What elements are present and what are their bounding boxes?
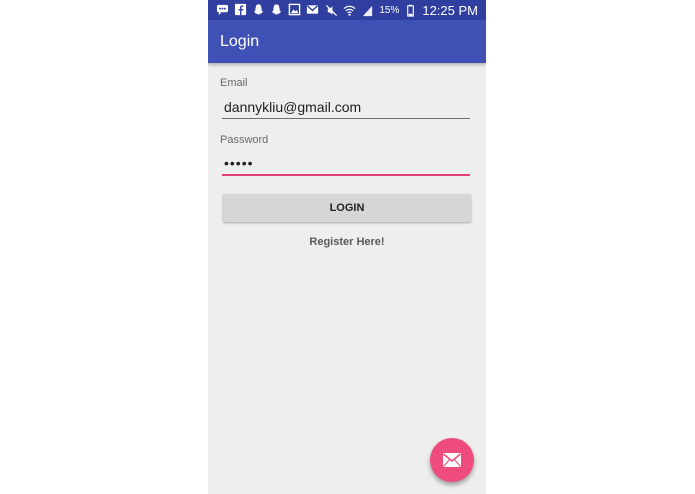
status-bar: 15% 12:25 PM xyxy=(208,0,486,20)
signal-icon xyxy=(361,4,374,17)
wifi-icon xyxy=(343,4,356,17)
email-field[interactable] xyxy=(222,95,470,119)
notification-icons xyxy=(216,3,319,16)
password-label: Password xyxy=(220,134,269,146)
snapchat-icon xyxy=(252,3,265,16)
status-time: 12:25 PM xyxy=(422,2,478,18)
phone-screen: 15% 12:25 PM Login Email Password LOGIN … xyxy=(208,0,486,494)
register-link[interactable]: Register Here! xyxy=(208,236,486,248)
gmail-icon xyxy=(306,3,319,16)
mail-fab-button[interactable] xyxy=(430,438,474,482)
password-field[interactable] xyxy=(222,152,470,176)
snapchat-icon xyxy=(270,3,283,16)
gallery-icon xyxy=(288,3,301,16)
mute-icon xyxy=(325,4,338,17)
battery-icon xyxy=(404,4,417,17)
email-label: Email xyxy=(220,77,248,89)
page-title: Login xyxy=(220,33,260,50)
facebook-icon xyxy=(234,3,247,16)
login-button[interactable]: LOGIN xyxy=(223,194,471,222)
messages-icon xyxy=(216,3,229,16)
battery-percent: 15% xyxy=(379,4,400,16)
app-bar: Login xyxy=(208,20,486,63)
mail-icon xyxy=(442,453,462,467)
system-indicators: 15% 12:25 PM xyxy=(325,2,478,18)
